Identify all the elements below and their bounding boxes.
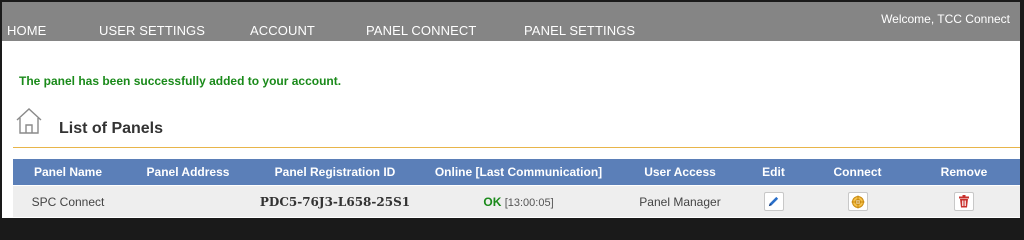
col-header-panel-name[interactable]: Panel Name: [13, 159, 123, 186]
cell-registration-id: PDC5-76J3-L658-25S1: [253, 185, 417, 217]
nav-home[interactable]: HOME: [7, 23, 46, 38]
nav-panel-settings[interactable]: PANEL SETTINGS: [524, 23, 635, 38]
col-header-user-access[interactable]: User Access: [620, 159, 740, 186]
registration-id-text: PDC5-76J3-L658-25S1: [259, 194, 411, 209]
cell-connect: [807, 185, 908, 217]
col-header-remove: Remove: [908, 159, 1020, 186]
page-title: List of Panels: [59, 120, 164, 137]
section-divider: [13, 147, 1020, 148]
online-status: OK: [483, 194, 502, 209]
table-row: SPC Connect PDC5-76J3-L658-25S1 OK [13:0…: [13, 185, 1020, 217]
trash-icon: [959, 195, 969, 208]
nav-user-settings[interactable]: USER SETTINGS: [99, 23, 205, 38]
panels-table: Panel Name Panel Address Panel Registrat…: [13, 159, 1020, 217]
home-icon: [16, 108, 42, 134]
col-header-connect: Connect: [807, 159, 908, 186]
connect-button[interactable]: [847, 192, 868, 211]
cell-remove: [908, 185, 1020, 217]
cell-user-access: Panel Manager: [620, 185, 740, 217]
nav-panel-connect[interactable]: PANEL CONNECT: [366, 23, 476, 38]
last-communication-time: [13:00:05]: [504, 196, 554, 209]
cell-panel-name: SPC Connect: [13, 185, 123, 217]
app-frame: HOME USER SETTINGS ACCOUNT PANEL CONNECT…: [2, 2, 1020, 218]
nav-account[interactable]: ACCOUNT: [250, 23, 315, 38]
cell-edit: [740, 185, 807, 217]
success-message: The panel has been successfully added to…: [19, 74, 342, 88]
table-header-row: Panel Name Panel Address Panel Registrat…: [13, 159, 1020, 186]
edit-button[interactable]: [763, 192, 784, 211]
cell-online: OK [13:00:05]: [417, 185, 620, 217]
col-header-registration-id[interactable]: Panel Registration ID: [253, 159, 417, 186]
col-header-edit: Edit: [740, 159, 807, 186]
welcome-text: Welcome, TCC Connect: [881, 12, 1010, 26]
pencil-icon: [768, 196, 779, 207]
col-header-panel-address[interactable]: Panel Address: [123, 159, 253, 186]
cell-panel-address: [123, 185, 253, 217]
target-icon: [851, 195, 864, 208]
col-header-online[interactable]: Online [Last Communication]: [417, 159, 620, 186]
top-navigation: HOME USER SETTINGS ACCOUNT PANEL CONNECT…: [2, 2, 1020, 41]
remove-button[interactable]: [954, 192, 974, 211]
